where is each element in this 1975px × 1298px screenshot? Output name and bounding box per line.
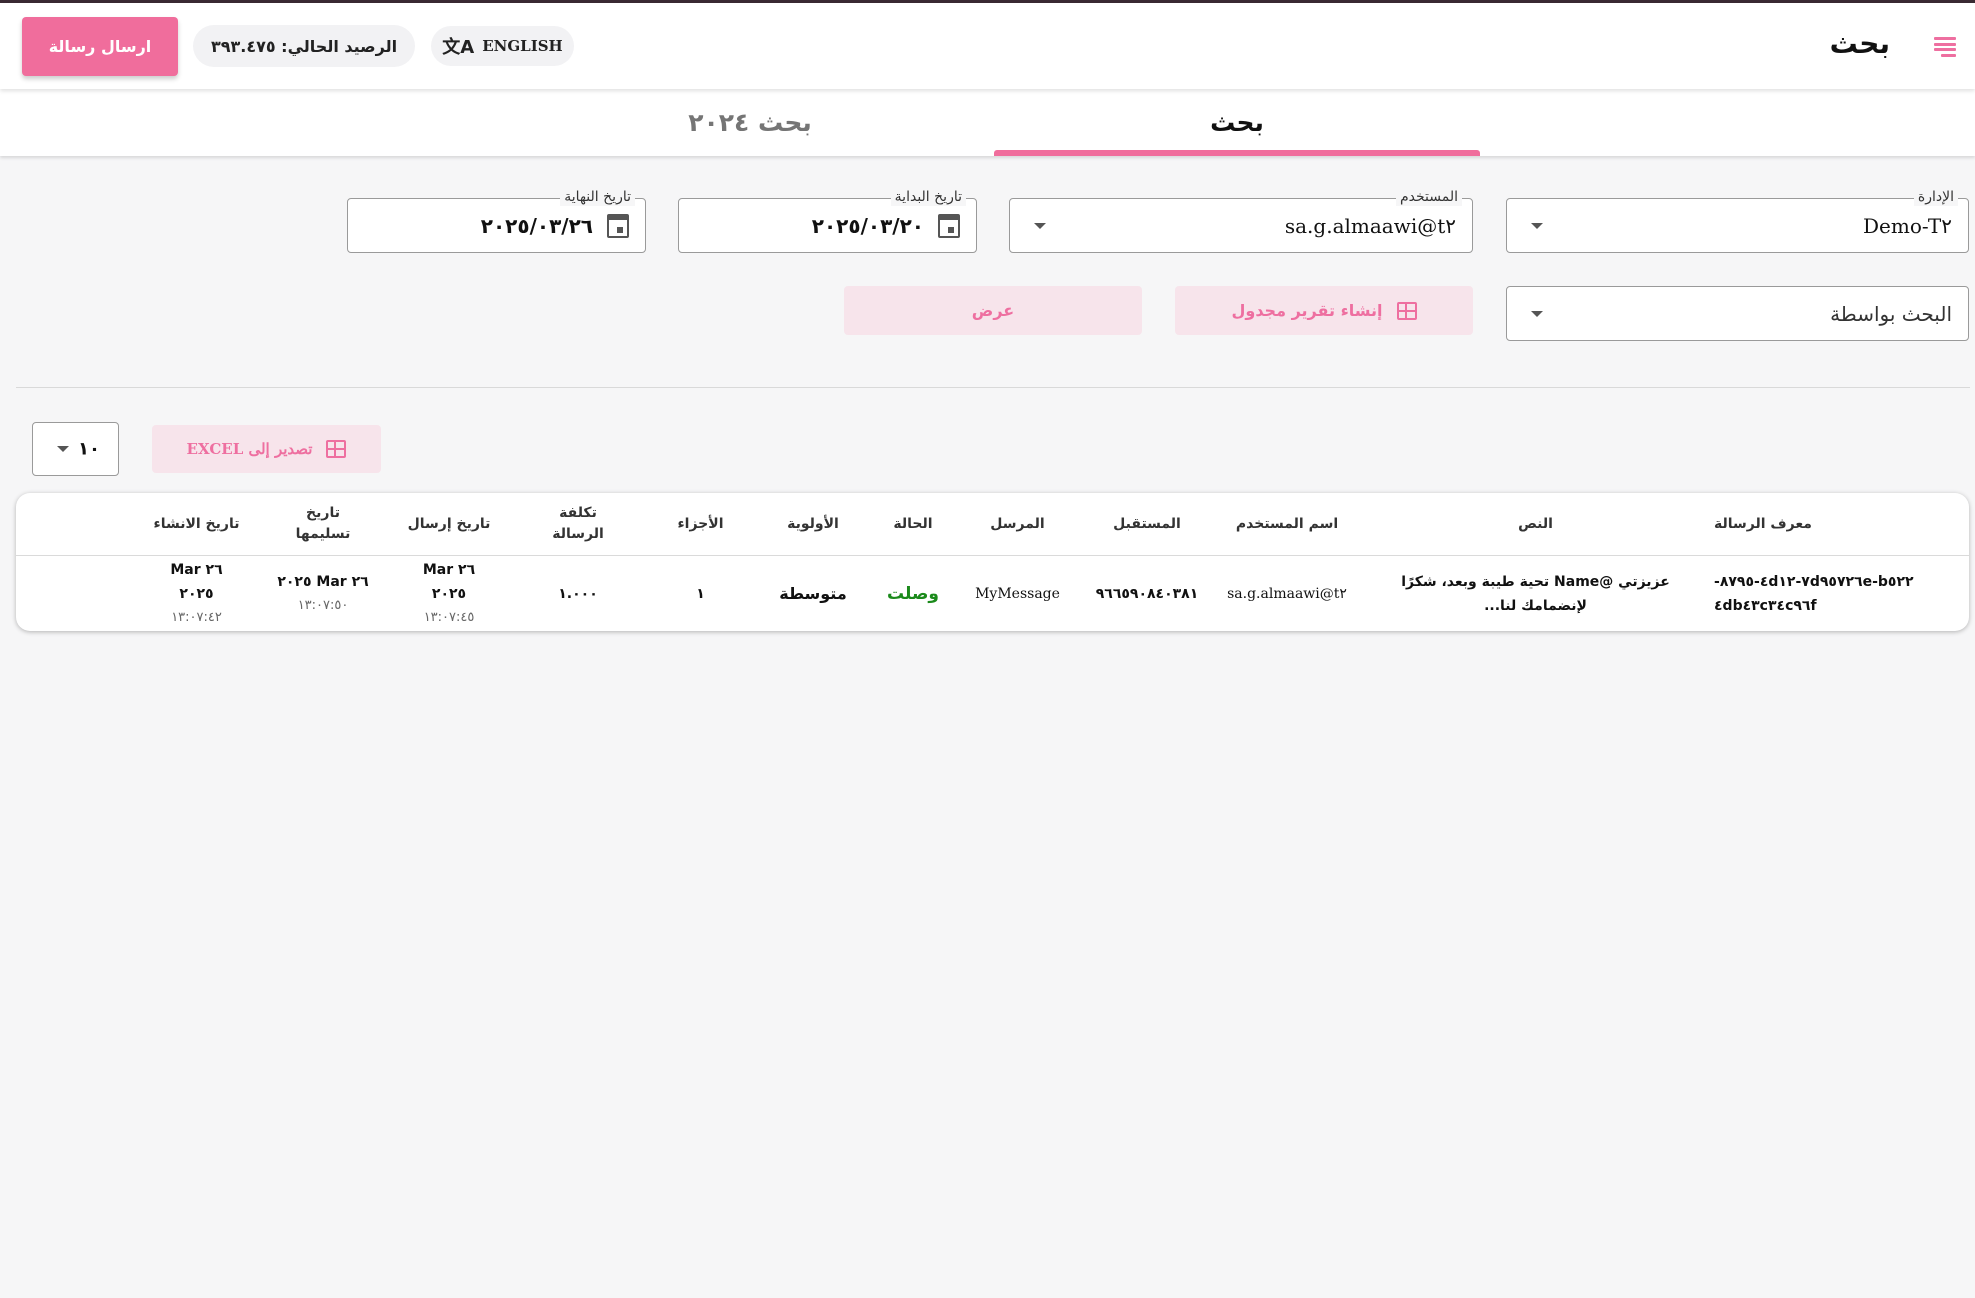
divider bbox=[16, 387, 1970, 388]
department-value: Demo-T٢ bbox=[1862, 213, 1952, 238]
sent-date-day: ٢٦ Mar bbox=[422, 561, 476, 578]
cell-delivered-date: ٢٦ Mar ٢٠٢٥ ١٣:٠٧:٥٠ bbox=[261, 556, 385, 631]
created-time: ١٣:٠٧:٤٢ bbox=[171, 609, 222, 625]
schedule-report-button[interactable]: إنشاء تقرير مجدول bbox=[1175, 286, 1473, 335]
page-title: بحث bbox=[1829, 27, 1890, 60]
calendar-icon[interactable] bbox=[938, 213, 960, 238]
cell-sent-date: ٢٦ Mar ٢٠٢٥ ١٣:٠٧:٤٥ bbox=[385, 556, 513, 631]
header-sent-date[interactable]: تاريخ إرسال bbox=[385, 493, 513, 555]
table-icon bbox=[1396, 301, 1417, 320]
header-receiver[interactable]: المستقبل bbox=[1077, 493, 1217, 555]
header-created-date[interactable]: تاريخ الانشاء bbox=[132, 493, 261, 555]
export-excel-label: تصدير إلى EXCEL bbox=[186, 440, 313, 458]
translate-icon: 文A bbox=[442, 37, 475, 58]
start-date-field[interactable]: تاريخ البداية ٢٠٢٥/٠٣/٢٠ bbox=[678, 188, 977, 253]
cell-sender: MyMessage bbox=[975, 585, 1060, 602]
header-text[interactable]: النص bbox=[1357, 493, 1714, 555]
start-date-value: ٢٠٢٥/٠٣/٢٠ bbox=[811, 213, 924, 238]
end-date-label: تاريخ النهاية bbox=[560, 188, 635, 206]
delivered-date: ٢٦ Mar ٢٠٢٥ bbox=[277, 573, 369, 590]
created-date-day: ٢٦ Mar bbox=[170, 561, 223, 578]
results-table: معرف الرسالة النص اسم المستخدم المستقبل … bbox=[16, 493, 1969, 631]
language-toggle[interactable]: 文A ENGLISH bbox=[431, 26, 574, 66]
chevron-down-icon bbox=[57, 446, 69, 452]
cell-created-date: ٢٦ Mar ٢٠٢٥ ١٣:٠٧:٤٢ bbox=[132, 556, 261, 631]
cell-parts: ١ bbox=[696, 585, 705, 602]
user-label: المستخدم bbox=[1395, 188, 1462, 206]
cell-priority: متوسطة bbox=[779, 583, 847, 603]
header-delivered-date[interactable]: تاريخ تسليمها bbox=[261, 493, 385, 555]
end-date-value: ٢٠٢٥/٠٣/٢٦ bbox=[480, 213, 593, 238]
header-parts[interactable]: الأجزاء bbox=[643, 493, 758, 555]
tab-search[interactable]: بحث bbox=[994, 89, 1480, 156]
tab-search-2024[interactable]: بحث ٢٠٢٤ bbox=[507, 89, 993, 156]
search-by-select[interactable]: البحث بواسطة bbox=[1506, 286, 1969, 341]
sent-date-year: ٢٠٢٥ bbox=[431, 585, 467, 602]
table-row[interactable]: ٧d٩٥٧٢٦e-b٥٢٢-٤d١٢-٨٧٩٥- ٤db٤٣c٣٤c٩٦f عز… bbox=[16, 556, 1969, 631]
cell-receiver: ٩٦٦٥٩٠٨٤٠٣٨١ bbox=[1095, 585, 1199, 602]
table-header-row: معرف الرسالة النص اسم المستخدم المستقبل … bbox=[16, 493, 1969, 556]
message-text-line2: لإنضمامك لنا... bbox=[1484, 597, 1587, 614]
chevron-down-icon bbox=[1531, 222, 1543, 229]
cell-message-id: ٧d٩٥٧٢٦e-b٥٢٢-٤d١٢-٨٧٩٥- ٤db٤٣c٣٤c٩٦f bbox=[1714, 556, 1969, 631]
header-username[interactable]: اسم المستخدم bbox=[1217, 493, 1357, 555]
search-by-placeholder: البحث بواسطة bbox=[1830, 301, 1952, 326]
header-cost[interactable]: تكلفة الرسالة bbox=[513, 493, 643, 555]
header-message-id[interactable]: معرف الرسالة bbox=[1714, 493, 1969, 555]
user-value: g.almaawi@t٢.sa bbox=[1284, 213, 1456, 238]
page-size-value: ١٠ bbox=[78, 438, 100, 460]
view-button[interactable]: عرض bbox=[844, 286, 1142, 335]
user-select[interactable]: المستخدم g.almaawi@t٢.sa bbox=[1009, 188, 1473, 253]
sent-time: ١٣:٠٧:٤٥ bbox=[423, 609, 475, 625]
end-date-field[interactable]: تاريخ النهاية ٢٠٢٥/٠٣/٢٦ bbox=[347, 188, 646, 253]
header-status[interactable]: الحالة bbox=[868, 493, 958, 555]
header-priority[interactable]: الأولوية bbox=[758, 493, 868, 555]
send-message-button[interactable]: ارسال رسالة bbox=[22, 17, 178, 76]
table-icon bbox=[326, 440, 347, 458]
balance-chip: الرصيد الحالي: ٣٩٣.٤٧٥ bbox=[193, 25, 415, 67]
menu-icon[interactable] bbox=[1933, 35, 1957, 59]
message-id-part1: ٧d٩٥٧٢٦e-b٥٢٢-٤d١٢-٨٧٩٥- bbox=[1714, 573, 1914, 590]
tab-bar: بحث بحث ٢٠٢٤ bbox=[0, 89, 1975, 156]
top-app-bar: بحث 文A ENGLISH الرصيد الحالي: ٣٩٣.٤٧٥ ار… bbox=[0, 3, 1975, 89]
calendar-icon[interactable] bbox=[607, 213, 629, 238]
message-id-part2: ٤db٤٣c٣٤c٩٦f bbox=[1714, 597, 1817, 614]
message-text-line1: عزيزتي @Name تحية طيبة وبعد، شكرًا bbox=[1401, 573, 1670, 590]
delivered-time: ١٣:٠٧:٥٠ bbox=[297, 597, 349, 613]
language-label: ENGLISH bbox=[482, 37, 563, 55]
cell-username: g.almaawi@t٢.sa bbox=[1227, 585, 1347, 602]
status-badge: وصلت bbox=[887, 583, 939, 604]
export-excel-button[interactable]: تصدير إلى EXCEL bbox=[152, 425, 381, 473]
schedule-report-label: إنشاء تقرير مجدول bbox=[1231, 301, 1383, 320]
department-label: الإدارة bbox=[1913, 188, 1958, 206]
chevron-down-icon bbox=[1531, 310, 1543, 317]
cell-cost: ١.٠٠٠ bbox=[558, 585, 598, 602]
chevron-down-icon bbox=[1034, 222, 1046, 229]
department-select[interactable]: الإدارة Demo-T٢ bbox=[1506, 188, 1969, 253]
cell-text: عزيزتي @Name تحية طيبة وبعد، شكرًا لإنضم… bbox=[1357, 556, 1714, 631]
header-sender[interactable]: المرسل bbox=[958, 493, 1077, 555]
page-size-select[interactable]: ١٠ bbox=[32, 422, 119, 476]
start-date-label: تاريخ البداية bbox=[890, 188, 966, 206]
created-date-year: ٢٠٢٥ bbox=[179, 585, 214, 602]
